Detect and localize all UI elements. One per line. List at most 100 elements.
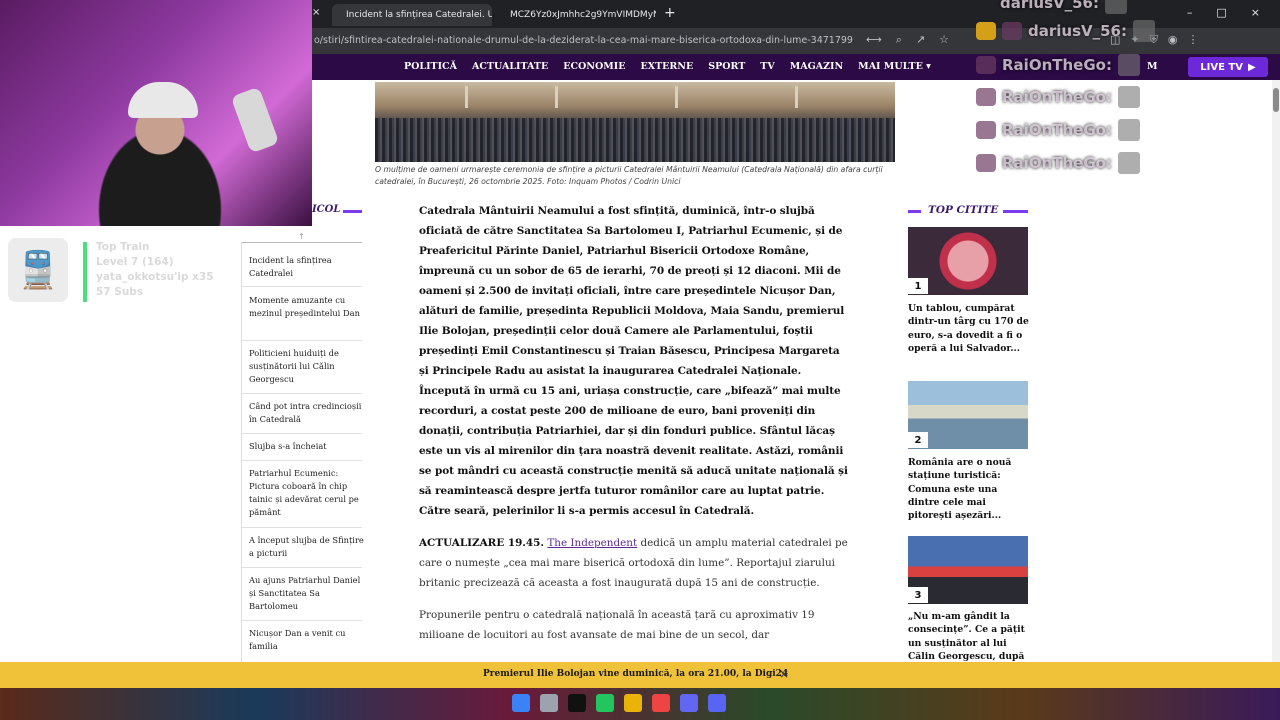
translate-icon[interactable]: ⟷	[866, 33, 882, 47]
crown-badge-icon	[976, 22, 996, 40]
crowd-texture	[375, 118, 895, 162]
timeline-divider	[241, 340, 362, 341]
taskview-icon[interactable]	[540, 694, 558, 712]
app-icon[interactable]	[652, 694, 670, 712]
timeline-divider	[241, 567, 362, 568]
timeline-item[interactable]: Patriarhul Ecumenic: Pictura coboară în …	[249, 467, 364, 519]
article-paragraph: Propunerile pentru o catedrală națională…	[419, 609, 815, 641]
timeline-divider	[241, 620, 362, 621]
header-accent-bar	[908, 210, 921, 213]
timeline-item[interactable]: Au ajuns Patriarhul Daniel și Sanctitate…	[249, 574, 364, 613]
minimize-button[interactable]: –	[1187, 6, 1193, 19]
chat-username: dariusV_56:	[1000, 0, 1099, 12]
nav-sport[interactable]: SPORT	[708, 61, 745, 72]
live-tv-button[interactable]: LIVE TV ▶	[1188, 57, 1268, 77]
header-accent-bar	[343, 210, 362, 213]
chat-message: dariusV_56:	[976, 20, 1155, 42]
webcam-overlay	[0, 0, 312, 226]
nav-actualitate[interactable]: ACTUALITATE	[472, 61, 548, 72]
folder-icon[interactable]	[624, 694, 642, 712]
nav-magazin[interactable]: MAGAZIN	[790, 61, 843, 72]
article-update: ACTUALIZARE 19.45. The Independent dedic…	[419, 533, 851, 593]
top-article-title[interactable]: „Nu m-am gândit la consecințe”. Ce a păț…	[908, 610, 1030, 663]
hero-image	[375, 82, 895, 162]
timeline-divider	[241, 433, 362, 434]
bookmark-icon[interactable]: ☆	[939, 33, 949, 47]
flag-pole	[555, 86, 558, 108]
timeline-item[interactable]: Când pot intra credincioșii în Catedrală	[249, 400, 364, 426]
banner-text: Premierul Ilie Bolojan vine duminică, la…	[483, 669, 789, 679]
top-article-title[interactable]: Un tablou, cumpărat dintr-un târg cu 170…	[908, 302, 1030, 355]
new-tab-button[interactable]: +	[664, 5, 676, 21]
train-subs: 57 Subs	[96, 286, 144, 298]
emote-icon	[1117, 119, 1140, 141]
share-icon[interactable]: ↗	[916, 33, 925, 47]
discord-icon[interactable]	[708, 694, 726, 712]
zoom-icon[interactable]: ⌕	[896, 33, 902, 47]
timeline-item[interactable]: Incident la sfințirea Catedralei	[249, 254, 364, 280]
app-icon[interactable]	[680, 694, 698, 712]
scrollbar-thumb[interactable]	[1273, 88, 1279, 112]
tab-close-icon[interactable]: ×	[312, 7, 320, 18]
timeline-item[interactable]: Nicușor Dan a venit cu familia	[249, 627, 364, 653]
microphone-icon	[230, 86, 280, 154]
top-article-title[interactable]: România are o nouă stațiune turistică: C…	[908, 456, 1030, 522]
nav-partial[interactable]: M	[1147, 61, 1158, 72]
timeline-item[interactable]: A început slujba de Sfințire a picturii	[249, 534, 364, 560]
tab-second[interactable]: MCZ6Yz0xJmhhc2g9YmVIMDMyNjQ	[496, 4, 656, 26]
timeline-rail	[241, 242, 242, 662]
emote-icon	[1117, 54, 1140, 76]
nav-externe[interactable]: EXTERNE	[640, 61, 693, 72]
promo-banner[interactable]: Premierul Ilie Bolojan vine duminică, la…	[0, 662, 1280, 688]
sub-badge-icon	[976, 121, 996, 139]
timeline-divider	[241, 460, 362, 461]
nav-politica[interactable]: POLITICĂ	[404, 61, 457, 72]
app-icon[interactable]	[596, 694, 614, 712]
windows-start-icon[interactable]	[512, 694, 530, 712]
play-circle-icon: ▶	[1248, 61, 1256, 73]
chat-username: dariusV_56:	[1028, 22, 1127, 40]
article-body: Catedrala Mântuirii Neamului a fost sfin…	[419, 201, 851, 645]
tab-article[interactable]: Incident la sfințirea Catedralei. Un bă	[332, 4, 492, 26]
train-top-user: yata_okkotsu'ip x35	[96, 271, 214, 283]
timeline-divider	[241, 286, 362, 287]
emote-icon	[1105, 0, 1127, 14]
page-scrollbar[interactable]	[1272, 80, 1280, 690]
chat-message: dariusV_56:	[1000, 0, 1127, 14]
close-window-button[interactable]: ×	[1251, 6, 1260, 19]
timeline-item[interactable]: Slujba s-a încheiat	[249, 440, 364, 453]
url-field[interactable]: o/stiri/sfintirea-catedralei-nationale-d…	[314, 35, 853, 46]
train-title: Top Train	[96, 241, 150, 253]
live-timeline-header: ICOL	[312, 204, 341, 215]
timeline-divider	[241, 242, 362, 243]
nav-mai-multe[interactable]: MAI MULTE ▾	[858, 61, 931, 72]
maximize-button[interactable]: □	[1216, 6, 1226, 19]
chat-message: RaiOnTheGo:	[976, 54, 1140, 76]
emote-icon	[1117, 86, 1140, 108]
chat-username: RaiOnTheGo:	[1002, 56, 1112, 74]
sub-badge-icon	[976, 154, 996, 172]
tab-title: MCZ6Yz0xJmhhc2g9YmVIMDMyNjQ	[510, 10, 656, 20]
emote-icon	[1133, 20, 1155, 42]
timeline-item[interactable]: Momente amuzante cu mezinul președintelu…	[249, 294, 364, 320]
menu-icon[interactable]: ⋮	[1187, 33, 1198, 47]
rank-number: 3	[908, 587, 928, 603]
top-read-header: TOP CITITE	[928, 204, 999, 216]
source-link[interactable]: The Independent	[547, 537, 637, 549]
chat-username: RaiOnTheGo:	[1002, 88, 1112, 106]
train-progress-bar	[83, 242, 87, 302]
app-icon[interactable]	[568, 694, 586, 712]
update-label: ACTUALIZARE 19.45.	[419, 537, 545, 549]
live-tv-label: LIVE TV	[1200, 61, 1243, 73]
header-accent-bar	[1003, 210, 1028, 213]
nav-economie[interactable]: ECONOMIE	[563, 61, 625, 72]
timeline-item[interactable]: Politicieni huiduiți de susținătorii lui…	[249, 347, 364, 386]
train-info: Top Train Level 7 (164) yata_okkotsu'ip …	[96, 240, 214, 300]
extension-icon[interactable]: ◉	[1168, 33, 1178, 47]
chat-username: RaiOnTheGo:	[1002, 121, 1112, 139]
nav-tv[interactable]: TV	[760, 61, 774, 72]
rank-number: 1	[908, 278, 928, 294]
scroll-up-icon[interactable]: ↑	[298, 232, 305, 241]
close-icon[interactable]: ×	[779, 667, 789, 681]
flag-pole	[795, 86, 798, 108]
